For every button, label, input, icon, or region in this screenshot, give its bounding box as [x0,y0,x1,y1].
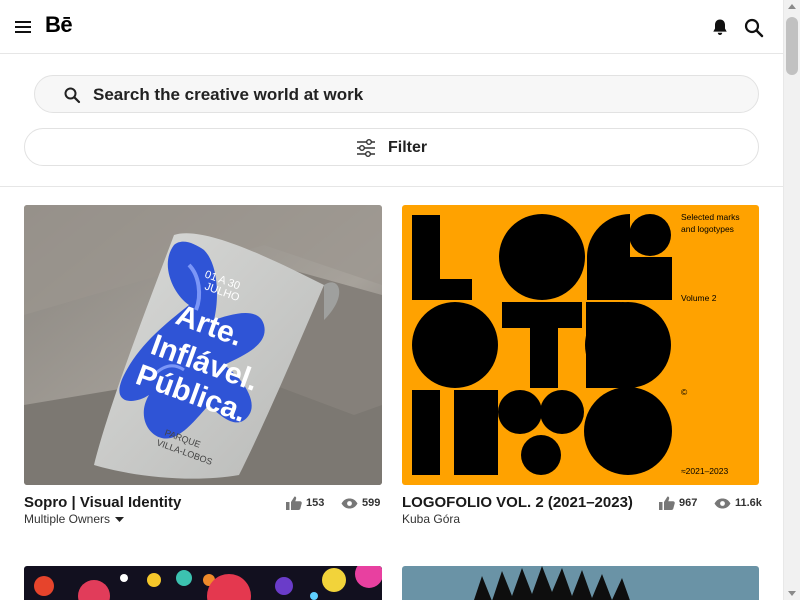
scroll-up-arrow-icon[interactable] [788,4,796,9]
project-thumbnail-partial-1[interactable] [24,566,382,600]
filter-button[interactable]: Filter [24,128,759,166]
project-title[interactable]: Sopro | Visual Identity [24,494,181,511]
project-thumbnail-logofolio[interactable]: Selected marks and logotypes Volume 2 © … [402,205,759,485]
search-input[interactable]: Search the creative world at work [34,75,759,113]
project-owner-label: Multiple Owners [24,512,111,526]
views-value: 599 [362,497,381,509]
views-count: 11.6k [714,497,762,509]
project-thumbnail-sopro[interactable]: 01 A 30 JULHO Arte. Inflável. Pública. P… [24,205,382,485]
cover-text-line2: and logotypes [681,224,734,234]
bell-icon[interactable] [710,17,730,37]
likes-count: 967 [659,496,697,510]
thumbs-up-icon [659,496,675,510]
cover-volume: Volume 2 [681,293,717,303]
sliders-icon [357,139,375,157]
project-title[interactable]: LOGOFOLIO VOL. 2 (2021–2023) [402,494,633,511]
likes-value: 153 [306,497,325,509]
eye-icon [714,498,731,508]
caret-down-icon [115,516,125,522]
behance-logo[interactable]: Bē [45,12,73,38]
search-icon [64,87,81,104]
search-placeholder: Search the creative world at work [93,85,364,104]
search-icon[interactable] [743,17,765,39]
cover-text-line1: Selected marks [681,212,740,222]
thumbs-up-icon [286,496,302,510]
cover-years: ≈2021–2023 [681,466,728,476]
scrollbar-thumb[interactable] [786,17,798,75]
eye-icon [341,498,358,508]
likes-value: 967 [679,497,698,509]
section-divider [0,186,783,187]
project-owner[interactable]: Multiple Owners [24,512,125,526]
filter-label: Filter [388,139,428,156]
project-owner[interactable]: Kuba Góra [402,512,460,526]
vertical-scrollbar[interactable] [783,0,800,600]
likes-count: 153 [286,496,324,510]
cover-copyright: © [681,387,688,397]
viewport: Bē Search the creative world at work Fil… [0,0,783,600]
top-navigation-bar: Bē [0,0,783,54]
views-count: 599 [341,497,380,509]
project-thumbnail-partial-2[interactable] [402,566,759,600]
views-value: 11.6k [735,497,762,509]
hamburger-menu-icon[interactable] [14,17,34,37]
behance-page: Bē Search the creative world at work Fil… [0,0,800,600]
scroll-down-arrow-icon[interactable] [788,591,796,596]
